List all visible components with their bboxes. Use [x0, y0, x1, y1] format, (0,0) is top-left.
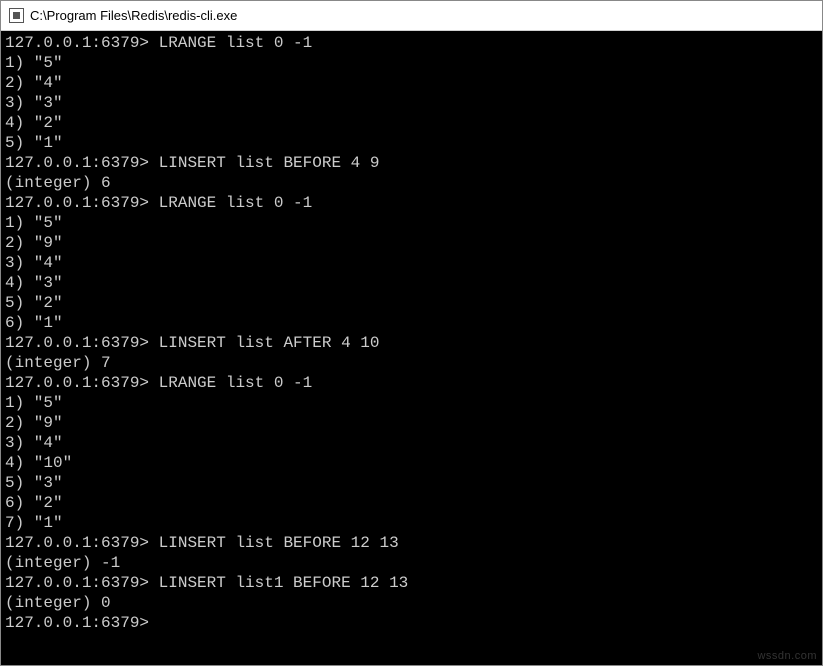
output-line: (integer) -1 — [5, 553, 818, 573]
command-input: LRANGE list 0 -1 — [149, 33, 312, 53]
titlebar[interactable]: C:\Program Files\Redis\redis-cli.exe — [1, 1, 822, 31]
prompt-line: 127.0.0.1:6379> LINSERT list BEFORE 4 9 — [5, 153, 818, 173]
command-input: LINSERT list BEFORE 12 13 — [149, 533, 399, 553]
watermark: wssdn.com — [757, 650, 817, 662]
output-line: 3) "4" — [5, 253, 818, 273]
output-line: 2) "9" — [5, 413, 818, 433]
prompt: 127.0.0.1:6379> — [5, 373, 149, 393]
output-line: 1) "5" — [5, 213, 818, 233]
prompt: 127.0.0.1:6379> — [5, 613, 149, 633]
command-input: LRANGE list 0 -1 — [149, 373, 312, 393]
prompt-line: 127.0.0.1:6379> LINSERT list AFTER 4 10 — [5, 333, 818, 353]
output-line: 3) "3" — [5, 93, 818, 113]
window-title: C:\Program Files\Redis\redis-cli.exe — [30, 8, 237, 23]
output-line: 2) "9" — [5, 233, 818, 253]
redis-cli-window: C:\Program Files\Redis\redis-cli.exe 127… — [0, 0, 823, 666]
output-line: 1) "5" — [5, 393, 818, 413]
output-line: 5) "1" — [5, 133, 818, 153]
output-line: 5) "2" — [5, 293, 818, 313]
prompt-line: 127.0.0.1:6379> LRANGE list 0 -1 — [5, 373, 818, 393]
output-line: (integer) 0 — [5, 593, 818, 613]
prompt: 127.0.0.1:6379> — [5, 153, 149, 173]
prompt-line: 127.0.0.1:6379> LINSERT list1 BEFORE 12 … — [5, 573, 818, 593]
prompt: 127.0.0.1:6379> — [5, 333, 149, 353]
prompt-line: 127.0.0.1:6379> LRANGE list 0 -1 — [5, 33, 818, 53]
output-line: 1) "5" — [5, 53, 818, 73]
output-line: 4) "10" — [5, 453, 818, 473]
output-line: (integer) 7 — [5, 353, 818, 373]
prompt: 127.0.0.1:6379> — [5, 533, 149, 553]
command-input: LINSERT list AFTER 4 10 — [149, 333, 379, 353]
output-line: 5) "3" — [5, 473, 818, 493]
output-line: 2) "4" — [5, 73, 818, 93]
command-input[interactable] — [149, 613, 159, 633]
output-line: 3) "4" — [5, 433, 818, 453]
app-icon — [9, 8, 24, 23]
output-line: 7) "1" — [5, 513, 818, 533]
output-line: 6) "2" — [5, 493, 818, 513]
output-line: 4) "3" — [5, 273, 818, 293]
prompt-line: 127.0.0.1:6379> — [5, 613, 818, 633]
command-input: LINSERT list1 BEFORE 12 13 — [149, 573, 408, 593]
prompt: 127.0.0.1:6379> — [5, 573, 149, 593]
prompt-line: 127.0.0.1:6379> LINSERT list BEFORE 12 1… — [5, 533, 818, 553]
output-line: (integer) 6 — [5, 173, 818, 193]
command-input: LRANGE list 0 -1 — [149, 193, 312, 213]
output-line: 6) "1" — [5, 313, 818, 333]
output-line: 4) "2" — [5, 113, 818, 133]
prompt: 127.0.0.1:6379> — [5, 33, 149, 53]
terminal[interactable]: 127.0.0.1:6379> LRANGE list 0 -11) "5"2)… — [1, 31, 822, 665]
prompt-line: 127.0.0.1:6379> LRANGE list 0 -1 — [5, 193, 818, 213]
prompt: 127.0.0.1:6379> — [5, 193, 149, 213]
command-input: LINSERT list BEFORE 4 9 — [149, 153, 379, 173]
